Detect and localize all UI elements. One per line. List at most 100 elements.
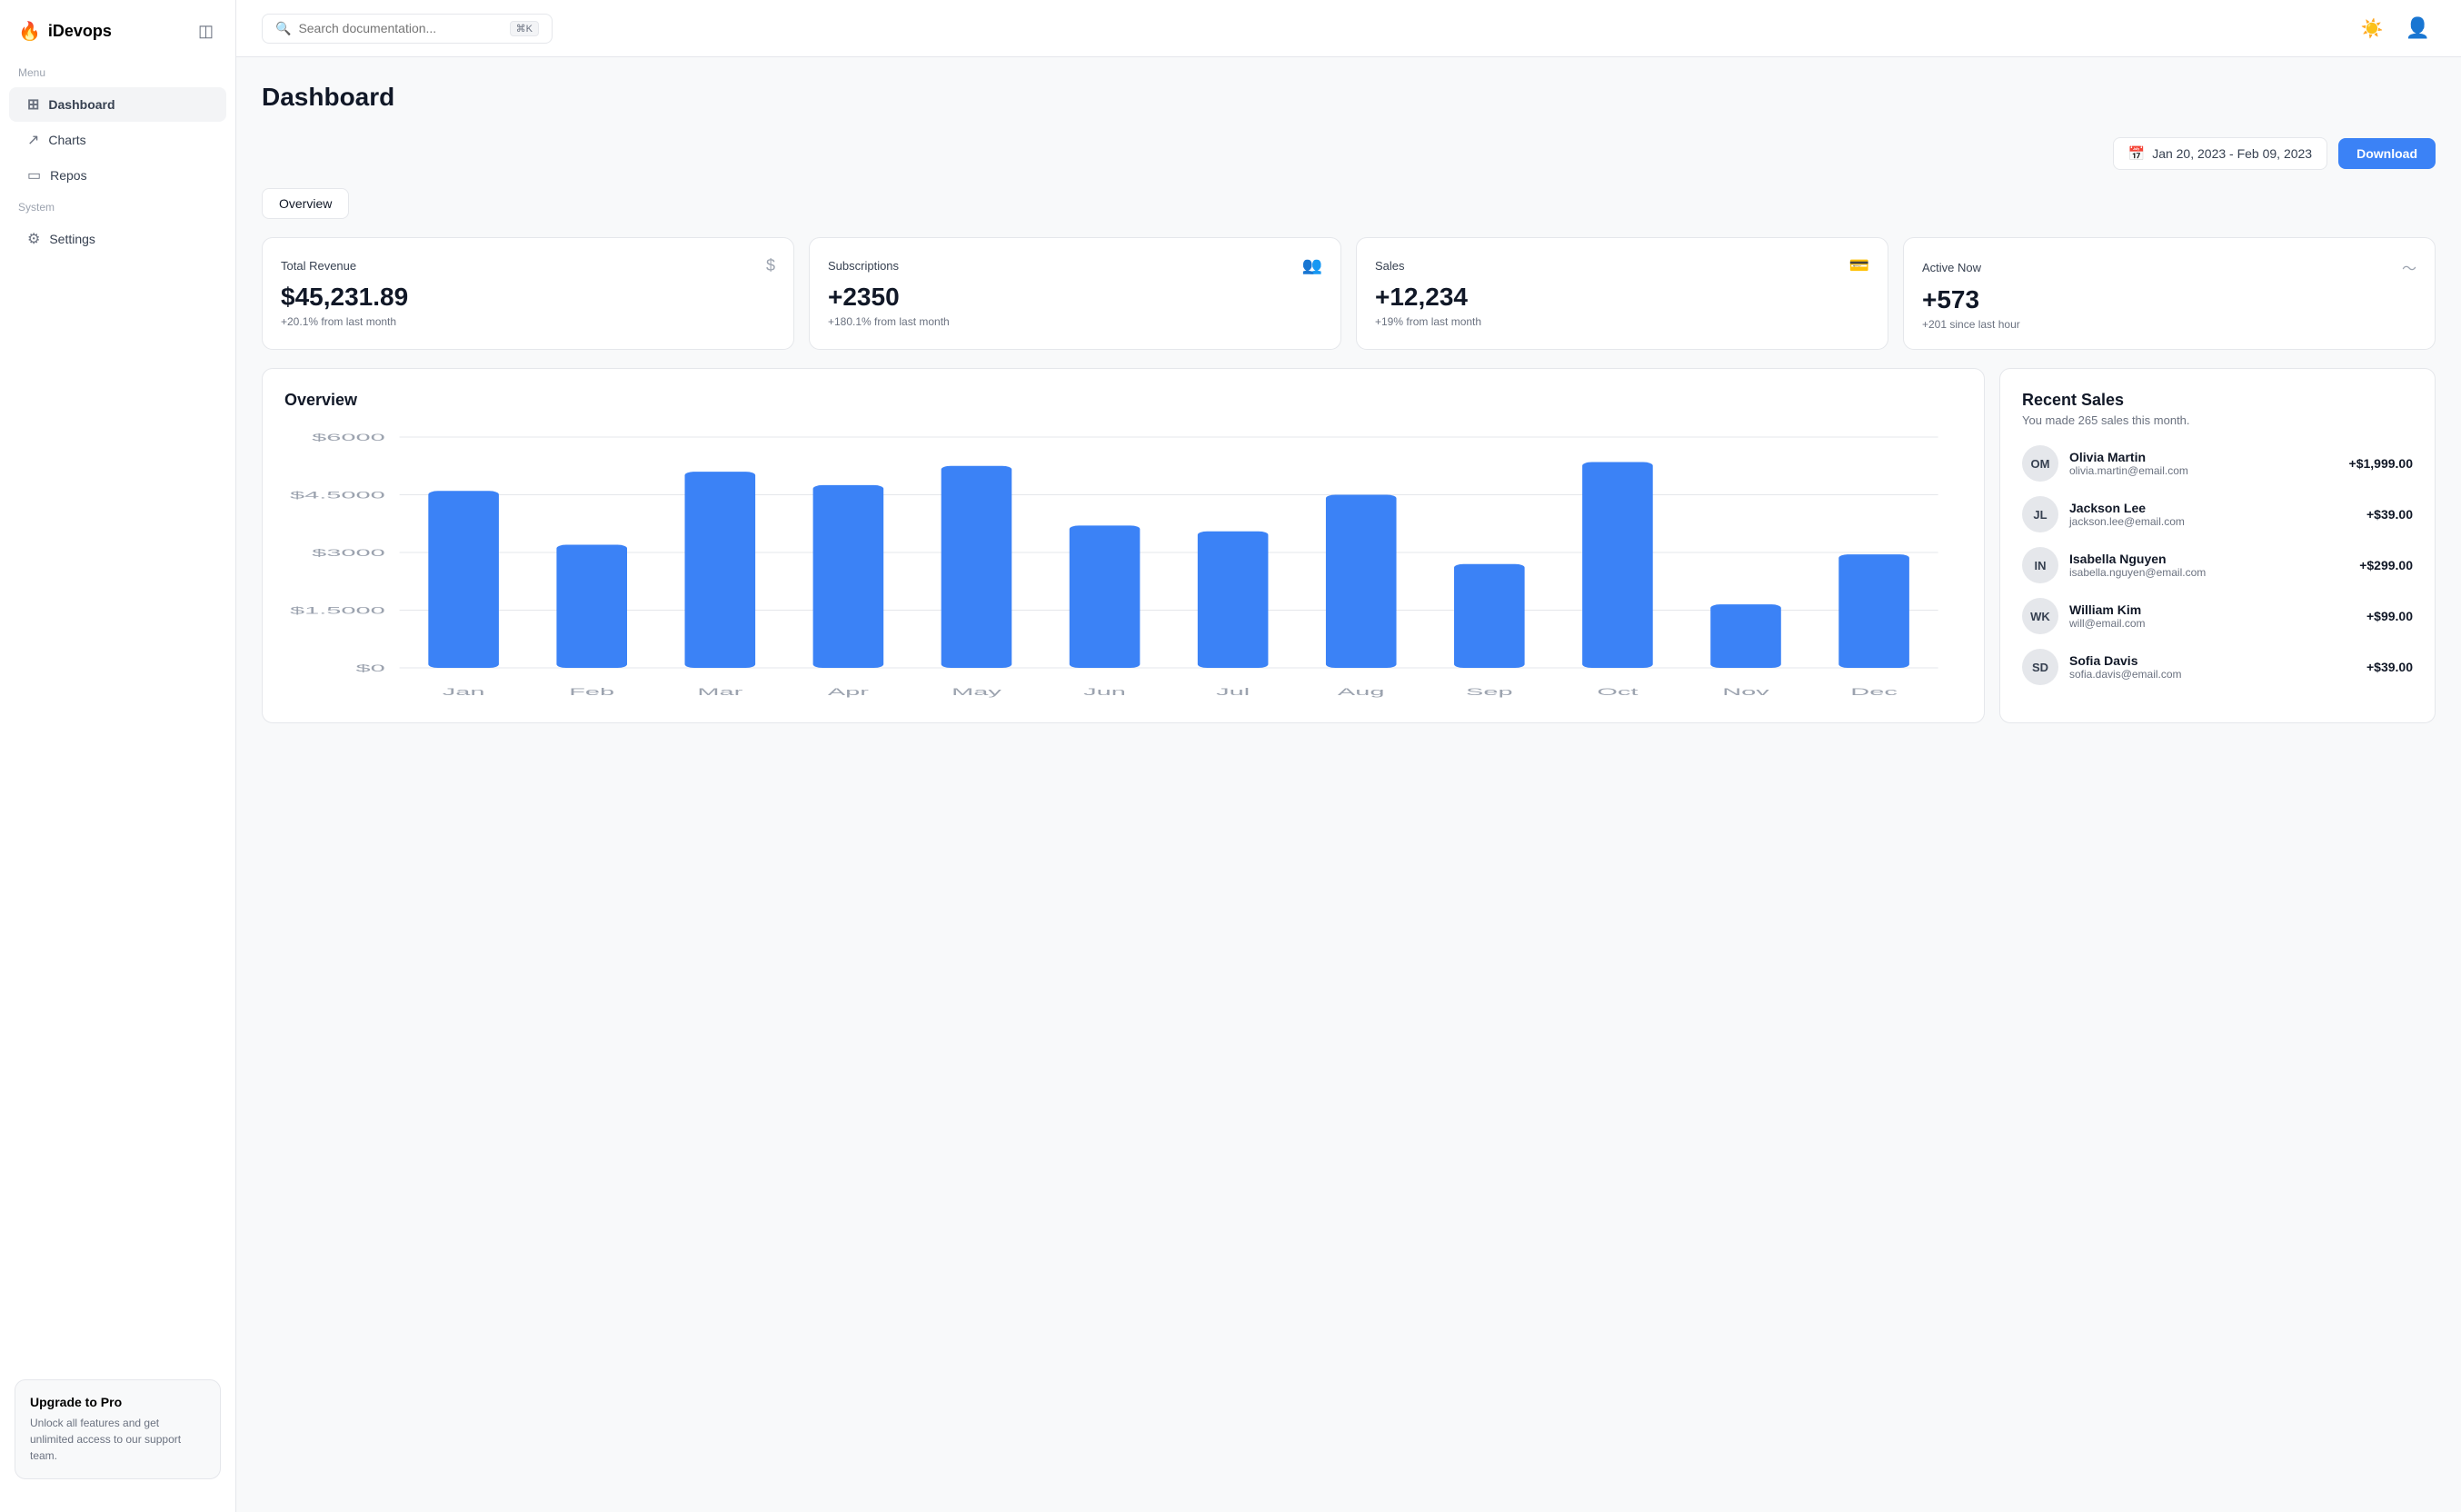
sidebar-item-charts-label: Charts — [48, 133, 85, 147]
active-icon: 〜 — [2402, 256, 2416, 278]
sidebar-collapse-icon: ◫ — [198, 22, 214, 40]
sales-email: will@email.com — [2069, 617, 2356, 630]
sidebar-item-dashboard-label: Dashboard — [48, 97, 115, 112]
svg-text:Sep: Sep — [1466, 686, 1513, 698]
upgrade-title: Upgrade to Pro — [30, 1395, 205, 1409]
sales-icon: 💳 — [1849, 256, 1869, 275]
calendar-icon: 📅 — [2128, 145, 2146, 162]
content-area: Dashboard 📅 Jan 20, 2023 - Feb 09, 2023 … — [236, 57, 2461, 1512]
recent-sales-title: Recent Sales — [2022, 391, 2413, 410]
sales-list: OM Olivia Martin olivia.martin@email.com… — [2022, 445, 2413, 685]
chart-title: Overview — [284, 391, 1962, 410]
topbar: 🔍 ⌘K ☀️ 👤 — [236, 0, 2461, 57]
repos-icon: ▭ — [27, 166, 41, 184]
avatar: SD — [2022, 649, 2058, 685]
sales-item: JL Jackson Lee jackson.lee@email.com +$3… — [2022, 496, 2413, 532]
sales-item: SD Sofia Davis sofia.davis@email.com +$3… — [2022, 649, 2413, 685]
sales-info: Olivia Martin olivia.martin@email.com — [2069, 450, 2338, 477]
stat-card-sales-label: Sales — [1375, 259, 1405, 273]
app-logo: 🔥 iDevops — [18, 20, 112, 43]
recent-sales-sub: You made 265 sales this month. — [2022, 413, 2413, 427]
sales-amount: +$39.00 — [2366, 507, 2413, 522]
sales-name: William Kim — [2069, 602, 2356, 617]
menu-section-label: Menu — [0, 66, 235, 86]
recent-sales-card: Recent Sales You made 265 sales this mon… — [1999, 368, 2436, 723]
svg-text:Aug: Aug — [1338, 686, 1385, 698]
upgrade-card: Upgrade to Pro Unlock all features and g… — [15, 1379, 221, 1479]
sales-info: William Kim will@email.com — [2069, 602, 2356, 630]
stat-card-active-header: Active Now 〜 — [1922, 256, 2416, 278]
chart-card: Overview $0$1.5000$3000$4.5000$6000JanFe… — [262, 368, 1985, 723]
svg-text:Jun: Jun — [1083, 686, 1126, 698]
sales-name: Olivia Martin — [2069, 450, 2338, 464]
stat-card-active-label: Active Now — [1922, 261, 1981, 274]
sidebar-collapse-button[interactable]: ◫ — [194, 18, 217, 45]
user-profile-button[interactable]: 👤 — [2400, 11, 2436, 45]
sales-email: sofia.davis@email.com — [2069, 668, 2356, 681]
svg-text:Dec: Dec — [1850, 686, 1898, 698]
sales-info: Isabella Nguyen isabella.nguyen@email.co… — [2069, 552, 2348, 579]
stat-card-revenue: Total Revenue $ $45,231.89 +20.1% from l… — [262, 237, 794, 350]
settings-icon: ⚙ — [27, 230, 40, 248]
sales-name: Jackson Lee — [2069, 501, 2356, 515]
stat-card-active-sub: +201 since last hour — [1922, 318, 2416, 331]
chart-area: $0$1.5000$3000$4.5000$6000JanFebMarAprMa… — [284, 428, 1962, 701]
avatar: IN — [2022, 547, 2058, 583]
svg-text:Jul: Jul — [1216, 686, 1250, 698]
charts-icon: ↗ — [27, 131, 39, 149]
sidebar-item-charts[interactable]: ↗ Charts — [9, 123, 226, 157]
app-name: iDevops — [48, 22, 112, 41]
stats-grid: Total Revenue $ $45,231.89 +20.1% from l… — [262, 237, 2436, 350]
svg-text:$1.5000: $1.5000 — [290, 604, 385, 616]
topbar-right: ☀️ 👤 — [2356, 11, 2436, 45]
avatar: OM — [2022, 445, 2058, 482]
sales-email: olivia.martin@email.com — [2069, 464, 2338, 477]
search-box[interactable]: 🔍 ⌘K — [262, 14, 553, 44]
sidebar-item-settings-label: Settings — [49, 232, 95, 246]
bottom-grid: Overview $0$1.5000$3000$4.5000$6000JanFe… — [262, 368, 2436, 723]
download-button[interactable]: Download — [2338, 138, 2436, 169]
sidebar: 🔥 iDevops ◫ Menu ⊞ Dashboard ↗ Charts ▭ … — [0, 0, 236, 1512]
sidebar-system-section: System ⚙ Settings — [0, 201, 235, 257]
revenue-icon: $ — [766, 256, 775, 275]
logo-icon: 🔥 — [18, 20, 41, 43]
stat-card-sales-value: +12,234 — [1375, 283, 1869, 312]
stat-card-revenue-value: $45,231.89 — [281, 283, 775, 312]
svg-text:Jan: Jan — [443, 686, 485, 698]
user-icon: 👤 — [2406, 16, 2430, 39]
sales-info: Sofia Davis sofia.davis@email.com — [2069, 653, 2356, 681]
stat-card-subscriptions-header: Subscriptions 👥 — [828, 256, 1322, 275]
upgrade-description: Unlock all features and get unlimited ac… — [30, 1415, 205, 1464]
stat-card-active: Active Now 〜 +573 +201 since last hour — [1903, 237, 2436, 350]
stat-card-subscriptions-value: +2350 — [828, 283, 1322, 312]
sales-amount: +$39.00 — [2366, 660, 2413, 674]
system-section-label: System — [0, 201, 235, 221]
sales-name: Isabella Nguyen — [2069, 552, 2348, 566]
search-icon: 🔍 — [275, 21, 291, 36]
sidebar-item-settings[interactable]: ⚙ Settings — [9, 222, 226, 256]
stat-card-sales: Sales 💳 +12,234 +19% from last month — [1356, 237, 1888, 350]
sales-amount: +$99.00 — [2366, 609, 2413, 623]
stat-card-revenue-sub: +20.1% from last month — [281, 315, 775, 328]
stat-card-revenue-label: Total Revenue — [281, 259, 356, 273]
overview-tab[interactable]: Overview — [262, 188, 349, 219]
sales-amount: +$1,999.00 — [2349, 456, 2413, 471]
sales-amount: +$299.00 — [2359, 558, 2413, 572]
sidebar-item-dashboard[interactable]: ⊞ Dashboard — [9, 87, 226, 122]
avatar: JL — [2022, 496, 2058, 532]
svg-text:Oct: Oct — [1597, 686, 1638, 698]
sidebar-item-repos[interactable]: ▭ Repos — [9, 158, 226, 193]
sales-email: jackson.lee@email.com — [2069, 515, 2356, 528]
search-input[interactable] — [298, 21, 480, 35]
toolbar: 📅 Jan 20, 2023 - Feb 09, 2023 Download — [262, 137, 2436, 170]
date-picker[interactable]: 📅 Jan 20, 2023 - Feb 09, 2023 — [2113, 137, 2328, 170]
sales-email: isabella.nguyen@email.com — [2069, 566, 2348, 579]
stat-card-active-value: +573 — [1922, 285, 2416, 314]
sun-icon: ☀️ — [2361, 19, 2384, 39]
bar-chart: $0$1.5000$3000$4.5000$6000JanFebMarAprMa… — [284, 428, 1962, 701]
date-range-label: Jan 20, 2023 - Feb 09, 2023 — [2152, 146, 2312, 161]
dashboard-icon: ⊞ — [27, 95, 39, 114]
theme-toggle-button[interactable]: ☀️ — [2356, 12, 2389, 45]
stat-card-revenue-header: Total Revenue $ — [281, 256, 775, 275]
sidebar-menu-section: Menu ⊞ Dashboard ↗ Charts ▭ Repos — [0, 66, 235, 194]
